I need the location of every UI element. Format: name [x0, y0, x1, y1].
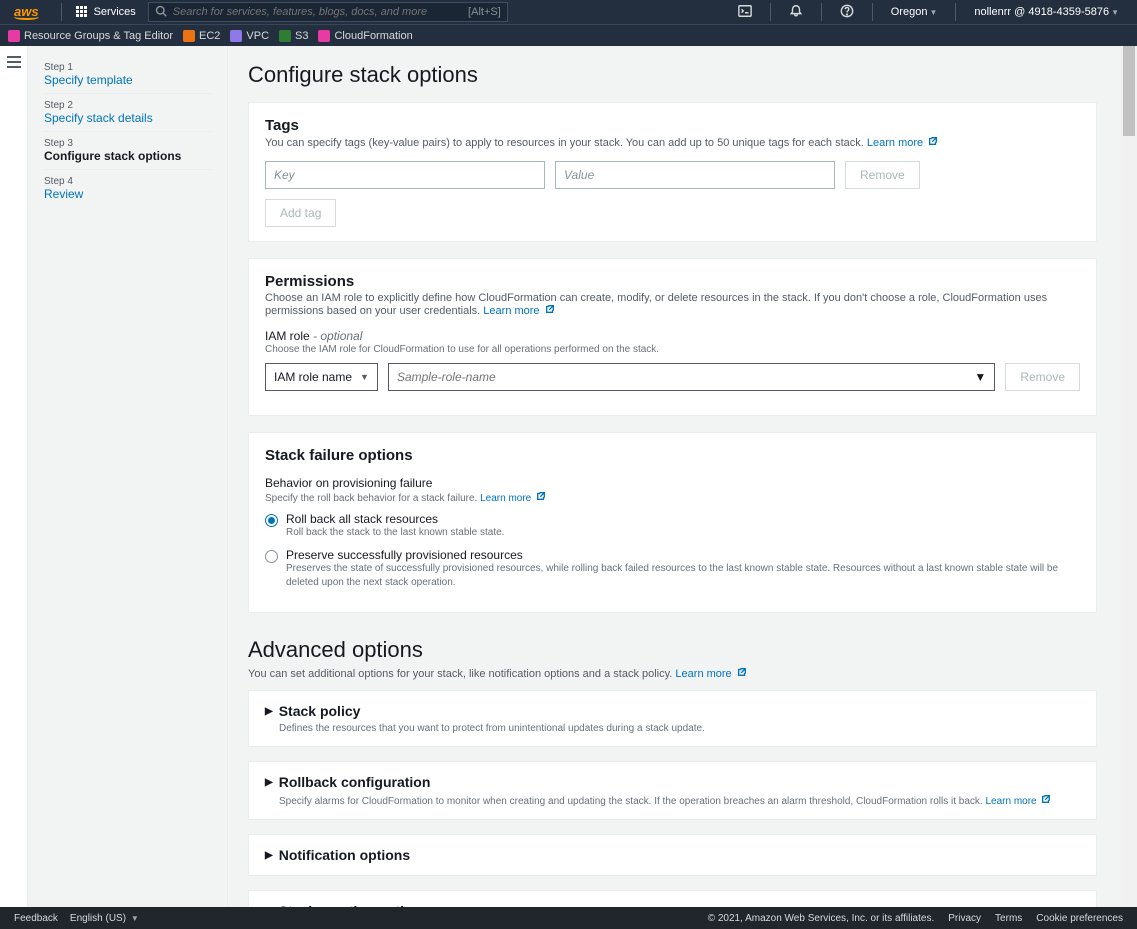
- top-nav: aws Services [Alt+S] Oregon▼ nollenrr @ …: [0, 0, 1137, 24]
- nav-collapse-handle[interactable]: [0, 46, 28, 907]
- permissions-learn-more-link[interactable]: Learn more: [483, 305, 554, 317]
- shortcut-cloudformation[interactable]: CloudFormation: [318, 30, 412, 42]
- shortcut-s3[interactable]: S3: [279, 30, 308, 42]
- cloudshell-icon[interactable]: [728, 4, 762, 21]
- radio-icon: [265, 514, 278, 527]
- feedback-link[interactable]: Feedback: [14, 913, 58, 924]
- region-selector[interactable]: Oregon▼: [881, 6, 948, 18]
- iam-role-name-combo[interactable]: ▼: [388, 363, 995, 391]
- failure-learn-more-link[interactable]: Learn more: [480, 493, 546, 504]
- notification-options-expander[interactable]: ▶Notification options: [248, 834, 1097, 876]
- help-icon[interactable]: [830, 4, 864, 21]
- stack-failure-heading: Stack failure options: [265, 447, 1080, 464]
- privacy-link[interactable]: Privacy: [948, 913, 981, 924]
- step-2[interactable]: Step 2 Specify stack details: [44, 94, 211, 132]
- tags-panel: Tags You can specify tags (key-value pai…: [248, 102, 1097, 242]
- chevron-down-icon: ▼: [360, 372, 369, 382]
- notifications-icon[interactable]: [779, 4, 813, 21]
- tag-key-input[interactable]: [265, 161, 545, 189]
- account-selector[interactable]: nollenrr @ 4918-4359-5876▼: [964, 6, 1129, 18]
- stack-policy-expander[interactable]: ▶Stack policy Defines the resources that…: [248, 690, 1097, 747]
- page-title: Configure stack options: [248, 62, 1097, 88]
- caret-right-icon: ▶: [265, 850, 273, 861]
- language-selector[interactable]: English (US) ▼: [70, 913, 139, 924]
- services-label: Services: [94, 6, 136, 18]
- iam-role-remove-button[interactable]: Remove: [1005, 363, 1080, 391]
- search-bar[interactable]: [Alt+S]: [148, 2, 508, 22]
- scrollbar-thumb[interactable]: [1123, 46, 1135, 136]
- services-menu[interactable]: Services: [70, 6, 142, 18]
- external-link-icon: [1041, 794, 1051, 804]
- tags-learn-more-link[interactable]: Learn more: [867, 137, 938, 149]
- rollback-all-option[interactable]: Roll back all stack resources Roll back …: [265, 512, 1080, 540]
- external-link-icon: [545, 304, 555, 314]
- favorites-bar: Resource Groups & Tag Editor EC2 VPC S3 …: [0, 24, 1137, 46]
- grid-icon: [76, 6, 88, 18]
- chevron-down-icon: ▼: [974, 370, 986, 384]
- tag-remove-button[interactable]: Remove: [845, 161, 920, 189]
- step-1[interactable]: Step 1 Specify template: [44, 56, 211, 94]
- search-shortcut: [Alt+S]: [468, 6, 501, 18]
- iam-role-type-select[interactable]: IAM role name▼: [265, 363, 378, 391]
- rollback-learn-more-link[interactable]: Learn more: [985, 796, 1051, 807]
- stack-failure-panel: Stack failure options Behavior on provis…: [248, 432, 1097, 613]
- search-input[interactable]: [173, 6, 468, 18]
- vertical-scrollbar[interactable]: [1121, 46, 1137, 907]
- step-3[interactable]: Step 3 Configure stack options: [44, 132, 211, 170]
- advanced-learn-more-link[interactable]: Learn more: [675, 668, 746, 680]
- copyright-text: © 2021, Amazon Web Services, Inc. or its…: [708, 913, 935, 924]
- footer: Feedback English (US) ▼ © 2021, Amazon W…: [0, 907, 1137, 929]
- shortcut-ec2[interactable]: EC2: [183, 30, 220, 42]
- permissions-heading: Permissions: [265, 273, 1080, 290]
- hamburger-icon: [7, 56, 21, 68]
- wizard-steps: Step 1 Specify template Step 2 Specify s…: [28, 46, 228, 907]
- terms-link[interactable]: Terms: [995, 913, 1022, 924]
- rollback-config-expander[interactable]: ▶Rollback configuration Specify alarms f…: [248, 761, 1097, 820]
- search-icon: [155, 5, 167, 20]
- caret-right-icon: ▶: [265, 777, 273, 788]
- radio-icon: [265, 550, 278, 563]
- external-link-icon: [737, 667, 747, 677]
- external-link-icon: [536, 491, 546, 501]
- external-link-icon: [928, 136, 938, 146]
- stack-creation-options-expander[interactable]: ▶Stack creation options: [248, 890, 1097, 907]
- tags-heading: Tags: [265, 117, 1080, 134]
- step-4[interactable]: Step 4 Review: [44, 170, 211, 207]
- shortcut-resource-groups[interactable]: Resource Groups & Tag Editor: [8, 30, 173, 42]
- permissions-panel: Permissions Choose an IAM role to explic…: [248, 258, 1097, 416]
- shortcut-vpc[interactable]: VPC: [230, 30, 269, 42]
- advanced-heading: Advanced options: [248, 637, 1097, 663]
- iam-role-name-input[interactable]: [397, 370, 974, 384]
- cookie-prefs-link[interactable]: Cookie preferences: [1036, 913, 1123, 924]
- add-tag-button[interactable]: Add tag: [265, 199, 336, 227]
- preserve-resources-option[interactable]: Preserve successfully provisioned resour…: [265, 548, 1080, 590]
- tag-value-input[interactable]: [555, 161, 835, 189]
- aws-logo[interactable]: aws: [8, 4, 45, 20]
- caret-right-icon: ▶: [265, 706, 273, 717]
